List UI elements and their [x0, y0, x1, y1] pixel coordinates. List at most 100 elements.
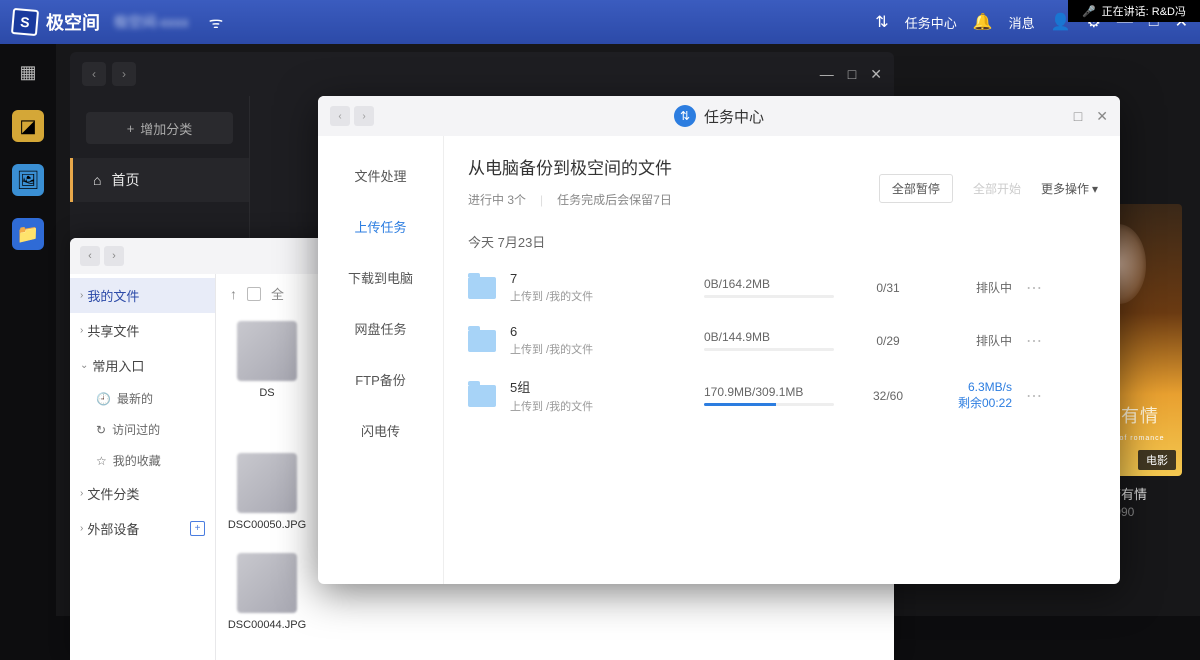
- task-name: 7: [510, 271, 690, 286]
- file-item[interactable]: DSC00044.JPG: [230, 553, 304, 631]
- task-status: 排队中: [932, 332, 1012, 349]
- home-nav-item[interactable]: ⌂ 首页: [70, 158, 249, 202]
- progress-bar: [704, 295, 834, 298]
- more-actions-dropdown[interactable]: 更多操作▾: [1041, 180, 1098, 197]
- tm-category[interactable]: 文件处理: [318, 150, 443, 201]
- add-category-button[interactable]: + 增加分类: [86, 112, 233, 144]
- tm-category[interactable]: 上传任务: [318, 201, 443, 252]
- task-info: 6上传到 /我的文件: [510, 324, 690, 357]
- home-icon: ⌂: [93, 172, 101, 188]
- progress-bar: [704, 348, 834, 351]
- task-count: 0/29: [858, 334, 918, 348]
- task-info: 5组上传到 /我的文件: [510, 377, 690, 414]
- progress-text: 0B/164.2MB: [704, 277, 844, 291]
- task-center-modal: ‹ › ⇅ 任务中心 □ ✕ 文件处理上传任务下载到电脑网盘任务FTP备份闪电传…: [318, 96, 1120, 584]
- sidebar-common[interactable]: ⌄ 常用入口: [70, 348, 215, 383]
- fe-back-button[interactable]: ‹: [80, 246, 100, 266]
- task-name: 5组: [510, 377, 690, 396]
- apps-grid-icon[interactable]: ▦: [12, 56, 44, 88]
- fe-forward-button[interactable]: ›: [104, 246, 124, 266]
- app-header: S 极空间 极空间-xxxx ᯤ ⇅ 任务中心 🔔 消息 👤 ⚙ — □ ✕: [0, 0, 1200, 44]
- sidebar-shared[interactable]: ›共享文件: [70, 313, 215, 348]
- label: 外部设备: [87, 519, 139, 538]
- tm-title: ⇅ 任务中心: [674, 105, 764, 127]
- pause-all-button[interactable]: 全部暂停: [879, 174, 953, 203]
- messages-link[interactable]: 消息: [1009, 13, 1035, 32]
- transfer-icon[interactable]: ⇅: [875, 12, 888, 32]
- task-row: 7上传到 /我的文件0B/164.2MB0/31排队中⋯: [468, 261, 1096, 314]
- dark-window-titlebar: ‹ › — □ ✕: [70, 52, 894, 96]
- dark-maximize-icon[interactable]: □: [848, 66, 856, 83]
- progress-text: 0B/144.9MB: [704, 330, 844, 344]
- voice-banner: 🎤 正在讲话: R&D冯: [1068, 0, 1200, 22]
- tm-sidebar: 文件处理上传任务下载到电脑网盘任务FTP备份闪电传: [318, 136, 444, 584]
- up-arrow-icon[interactable]: ↑: [230, 286, 237, 302]
- progress-text: 170.9MB/309.1MB: [704, 385, 844, 399]
- folder-icon: [468, 330, 496, 352]
- mic-icon: 🎤: [1082, 5, 1096, 18]
- select-all-checkbox[interactable]: [247, 287, 261, 301]
- file-thumb: [237, 453, 297, 513]
- task-date-header: 今天 7月23日: [468, 232, 1096, 251]
- file-item[interactable]: DSC00050.JPG: [230, 453, 304, 535]
- label: 访问过的: [112, 421, 160, 438]
- voice-text: 正在讲话: R&D冯: [1102, 3, 1186, 19]
- dock-app-1[interactable]: ◪: [12, 110, 44, 142]
- label: 共享文件: [87, 321, 139, 340]
- task-status: 6.3MB/s剩余00:22: [932, 380, 1012, 411]
- clock-icon: 🕘: [96, 392, 111, 406]
- sidebar-categories[interactable]: ›文件分类: [70, 476, 215, 511]
- folder-icon: [468, 385, 496, 407]
- in-progress-count: 进行中 3个: [468, 191, 526, 208]
- tm-titlebar: ‹ › ⇅ 任务中心 □ ✕: [318, 96, 1120, 136]
- back-button[interactable]: ‹: [82, 62, 106, 86]
- tm-close-icon[interactable]: ✕: [1096, 108, 1108, 125]
- chevron-right-icon: ›: [80, 488, 83, 499]
- task-menu-button[interactable]: ⋯: [1026, 278, 1043, 298]
- tm-category[interactable]: 下载到电脑: [318, 252, 443, 303]
- forward-button[interactable]: ›: [112, 62, 136, 86]
- sidebar-external[interactable]: ›外部设备+: [70, 511, 215, 546]
- task-menu-button[interactable]: ⋯: [1026, 386, 1043, 406]
- start-all-button[interactable]: 全部开始: [961, 175, 1033, 202]
- home-label: 首页: [111, 170, 139, 190]
- main-area: ‹ › — □ ✕ + 增加分类 ⌂ 首页: [56, 44, 1200, 616]
- task-progress: 0B/144.9MB: [704, 330, 844, 351]
- file-item[interactable]: DS: [230, 321, 304, 399]
- bell-icon[interactable]: 🔔: [973, 12, 993, 32]
- plus-icon: +: [127, 121, 135, 136]
- sidebar-visited[interactable]: ↻访问过的: [70, 414, 215, 445]
- chevron-down-icon: ⌄: [80, 360, 88, 371]
- label: 常用入口: [92, 356, 144, 375]
- tm-category[interactable]: 闪电传: [318, 405, 443, 456]
- task-center-link[interactable]: 任务中心: [905, 13, 957, 32]
- task-menu-button[interactable]: ⋯: [1026, 331, 1043, 351]
- dark-close-icon[interactable]: ✕: [870, 66, 882, 83]
- sidebar-recent[interactable]: 🕘 最新的: [70, 383, 215, 414]
- dock-app-2[interactable]: 🖼: [12, 164, 44, 196]
- progress-bar: [704, 403, 834, 406]
- tm-maximize-icon[interactable]: □: [1074, 108, 1082, 125]
- dock-app-3[interactable]: 📁: [12, 218, 44, 250]
- tm-forward-button[interactable]: ›: [354, 106, 374, 126]
- label: 我的收藏: [113, 452, 161, 469]
- add-category-label: 增加分类: [140, 119, 192, 138]
- divider: |: [540, 193, 543, 207]
- task-status: 排队中: [932, 279, 1012, 296]
- sidebar-my-files[interactable]: ›我的文件: [70, 278, 215, 313]
- logo-icon: S: [11, 8, 39, 36]
- tm-category[interactable]: 网盘任务: [318, 303, 443, 354]
- tm-back-button[interactable]: ‹: [330, 106, 350, 126]
- sidebar-favorites[interactable]: ☆我的收藏: [70, 445, 215, 476]
- label: 最新的: [117, 390, 153, 407]
- file-name: DS: [222, 387, 312, 399]
- select-all-label: 全: [271, 284, 284, 303]
- tm-main: 从电脑备份到极空间的文件 进行中 3个 | 任务完成后会保留7日 全部暂停 全部…: [444, 136, 1120, 584]
- fe-sidebar: ›我的文件 ›共享文件 ⌄常用入口 🕘最新的 ↻访问过的 ☆我的收藏 ›文件分类…: [70, 274, 216, 660]
- dark-minimize-icon[interactable]: —: [820, 66, 834, 83]
- tm-category[interactable]: FTP备份: [318, 354, 443, 405]
- device-name: 极空间-xxxx: [114, 12, 189, 32]
- file-thumb: [237, 553, 297, 613]
- wifi-icon[interactable]: ᯤ: [209, 11, 224, 33]
- add-device-button[interactable]: +: [190, 521, 205, 536]
